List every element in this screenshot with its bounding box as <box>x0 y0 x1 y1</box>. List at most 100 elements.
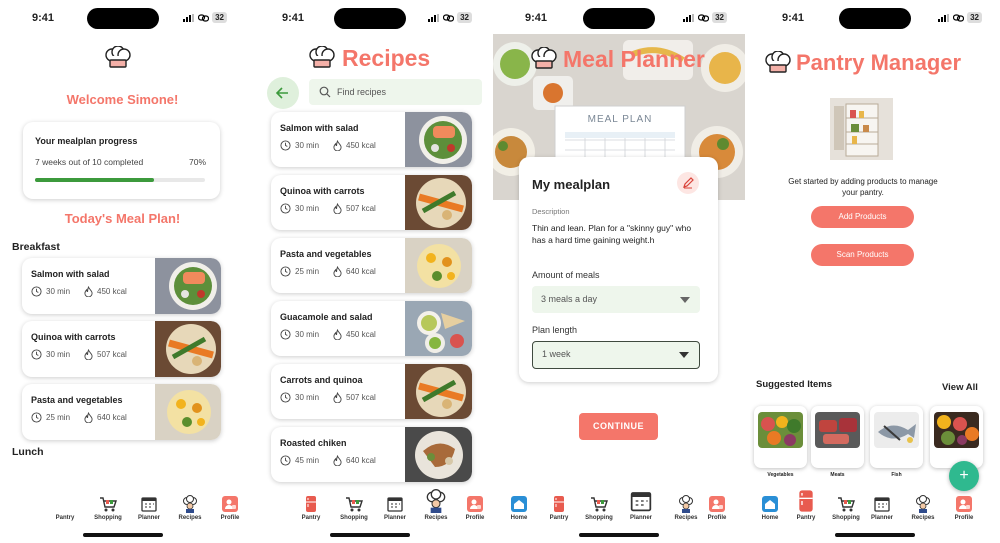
status-bar: 9:41 32 <box>250 8 490 29</box>
suggested-item-vegetables[interactable]: Vegetables <box>754 406 807 478</box>
recipe-kcal: 640 kcal <box>346 456 376 465</box>
meal-card[interactable]: Quinoa with carrots 30 min 507 kcal <box>22 321 221 377</box>
quinoa-carrots-photo <box>155 321 221 377</box>
flame-icon <box>333 329 342 340</box>
nav-profile[interactable]: Profile <box>944 495 984 521</box>
nav-pantry[interactable]: Pantry <box>291 495 331 521</box>
back-button[interactable] <box>267 77 299 109</box>
edit-button[interactable] <box>677 172 699 194</box>
chevron-down-icon <box>680 296 690 303</box>
nav-home[interactable]: Home <box>750 495 790 521</box>
add-products-button[interactable]: Add Products <box>811 206 914 228</box>
view-all-link[interactable]: View All <box>942 382 978 393</box>
add-fab-button[interactable]: + <box>949 461 979 491</box>
meal-time: 25 min <box>46 413 71 422</box>
bottom-nav: Home Pantry Shopping Planner Recipes Pro… <box>750 490 1000 525</box>
nav-shopping[interactable]: Shopping <box>334 495 374 521</box>
fridge-icon <box>554 496 564 512</box>
nav-label: Pantry <box>549 515 569 521</box>
nav-pantry[interactable]: Pantry <box>539 495 579 521</box>
nav-pantry[interactable]: Pantry <box>786 489 826 521</box>
nav-shopping[interactable]: Shopping <box>826 495 866 521</box>
recipe-card[interactable]: Quinoa with carrots 30 min 507 kcal <box>271 175 472 230</box>
continue-button[interactable]: CONTINUE <box>579 413 658 440</box>
length-select[interactable]: 1 week <box>532 341 700 369</box>
status-time: 9:41 <box>282 12 305 24</box>
nav-planner[interactable]: Planner <box>862 495 902 521</box>
meal-card[interactable]: Salmon with salad 30 min 450 kcal <box>22 258 221 314</box>
recipe-time: 45 min <box>295 456 320 465</box>
recipe-card[interactable]: Pasta and vegetables 25 min 640 kcal <box>271 238 472 293</box>
meal-card[interactable]: Pasta and vegetables 25 min 640 kcal <box>22 384 221 440</box>
nav-profile[interactable]: Profile <box>697 495 737 521</box>
nav-label: Shopping <box>94 515 122 521</box>
link-icon <box>443 13 455 22</box>
status-time: 9:41 <box>782 12 805 24</box>
description-text: Thin and lean. Plan for a "skinny guy" w… <box>532 223 692 245</box>
search-bar[interactable]: Find recipes <box>309 79 482 105</box>
pasta-vegetables-photo <box>155 384 221 440</box>
calendar-icon <box>387 497 403 512</box>
meal-time: 30 min <box>46 287 71 296</box>
nav-shopping[interactable]: Shopping <box>579 495 619 521</box>
carrots-quinoa-photo <box>405 364 472 419</box>
pencil-icon <box>683 177 694 189</box>
nav-pantry[interactable]: Pantry <box>45 495 85 521</box>
profile-icon <box>467 496 483 512</box>
nav-profile[interactable]: Profile <box>210 495 245 521</box>
nav-label: Recipes <box>178 515 202 521</box>
status-bar: 9:41 32 <box>493 8 745 29</box>
suggested-item-label: Fish <box>891 472 902 478</box>
scan-products-button[interactable]: Scan Products <box>811 244 914 266</box>
nav-planner[interactable]: Planner <box>129 495 169 521</box>
home-icon <box>511 496 527 512</box>
signal-icon <box>683 13 695 22</box>
home-indicator <box>82 533 163 537</box>
progress-card: Your mealplan progress 7 weeks out of 10… <box>23 122 220 199</box>
nav-recipes[interactable]: Recipes <box>170 495 210 521</box>
recipe-card[interactable]: Roasted chiken 45 min 640 kcal <box>271 427 472 482</box>
nav-recipes[interactable]: Recipes <box>903 495 943 521</box>
flame-icon <box>84 286 93 297</box>
meal-plan-board-text: MEAL PLAN <box>587 114 653 125</box>
recipe-time: 30 min <box>295 204 320 213</box>
calendar-icon <box>874 497 890 512</box>
nav-label: Recipes <box>911 515 935 521</box>
fridge-icon <box>799 490 813 512</box>
nav-planner[interactable]: Planner <box>375 495 415 521</box>
page-title: Pantry Manager <box>796 50 962 75</box>
nav-label: Planner <box>629 515 652 521</box>
suggested-item-meats[interactable]: Meats <box>811 406 864 478</box>
meal-name: Pasta and vegetables <box>31 395 123 405</box>
welcome-title: Welcome Simone! <box>66 92 179 107</box>
nav-home[interactable]: Home <box>499 495 539 521</box>
recipe-card[interactable]: Salmon with salad 30 min 450 kcal <box>271 112 472 167</box>
search-input[interactable]: Find recipes <box>337 87 386 97</box>
recipe-card[interactable]: Carrots and quinoa 30 min 507 kcal <box>271 364 472 419</box>
recipe-name: Quinoa with carrots <box>280 186 365 196</box>
bottom-nav: Pantry Shopping Planner Recipes Profile <box>250 489 490 525</box>
suggested-item-fruits[interactable] <box>930 406 983 468</box>
clock-icon <box>31 349 42 360</box>
link-icon <box>698 13 710 22</box>
nav-recipes[interactable]: Recipes <box>416 489 456 521</box>
amount-select[interactable]: 3 meals a day <box>532 286 700 313</box>
recipe-card[interactable]: Guacamole and salad 30 min 450 kcal <box>271 301 472 356</box>
nav-label: Planner <box>383 515 406 521</box>
recipe-name: Carrots and quinoa <box>280 375 363 385</box>
nav-shopping[interactable]: Shopping <box>88 495 128 521</box>
nav-planner[interactable]: Planner <box>621 489 661 521</box>
signal-icon <box>428 13 440 22</box>
flame-icon <box>333 203 342 214</box>
shopping-cart-icon <box>100 497 117 512</box>
suggested-item-fish[interactable]: Fish <box>870 406 923 478</box>
status-bar: 9:41 32 <box>750 8 1000 29</box>
shopping-cart-icon <box>591 497 608 512</box>
nav-label: Pantry <box>301 515 321 521</box>
nav-profile[interactable]: Profile <box>455 495 490 521</box>
nav-label: Recipes <box>674 515 698 521</box>
recipe-name: Pasta and vegetables <box>280 249 372 259</box>
clock-icon <box>31 286 42 297</box>
nav-label: Pantry <box>55 515 75 521</box>
recipe-time: 25 min <box>295 267 320 276</box>
